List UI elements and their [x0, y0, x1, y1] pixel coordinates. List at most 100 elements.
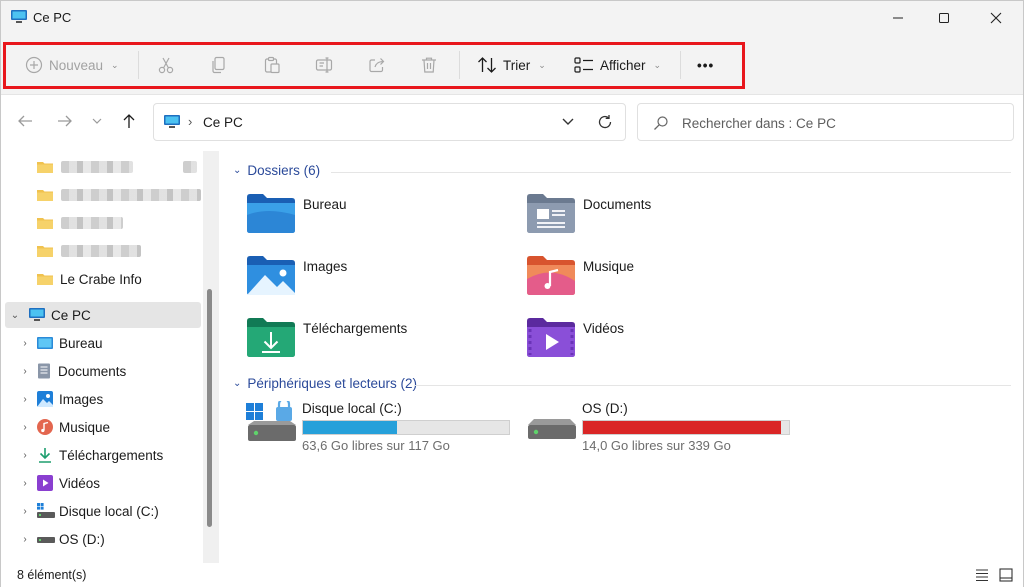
drives-group-title: Périphériques et lecteurs (2) — [247, 376, 417, 391]
minimize-button[interactable] — [875, 1, 921, 35]
folder-tile-documents[interactable]: Documents — [527, 193, 787, 251]
folder-icon — [37, 162, 53, 173]
more-options-button[interactable]: ••• — [697, 51, 714, 79]
folder-icon — [37, 218, 53, 229]
folder-label: Musique — [583, 259, 635, 274]
chevron-down-icon: ⌄ — [233, 378, 242, 389]
videos-folder-icon — [527, 318, 575, 357]
paste-button[interactable] — [263, 51, 281, 79]
drive-tile-c[interactable]: Disque local (C:) 63,6 Go libres sur 117… — [246, 401, 516, 453]
drive-usage-fill — [303, 421, 398, 434]
sidebar-item-documents[interactable]: › Documents — [5, 358, 201, 384]
close-button[interactable] — [973, 1, 1019, 35]
address-bar[interactable]: › Ce PC — [153, 103, 626, 141]
quick-access-item[interactable] — [5, 210, 201, 236]
up-button[interactable] — [117, 109, 141, 133]
sidebar-item-label: Vidéos — [59, 475, 101, 491]
chevron-right-icon[interactable]: › — [19, 506, 31, 517]
quick-access-item[interactable]: Le Crabe Info — [5, 266, 201, 292]
blurred-label — [61, 217, 123, 229]
view-button[interactable]: Afficher ⌄ — [574, 51, 661, 79]
quick-access-item[interactable] — [5, 182, 201, 208]
recent-locations-button[interactable] — [87, 109, 107, 133]
desktop-folder-icon — [247, 194, 295, 233]
sidebar-item-downloads[interactable]: › Téléchargements — [5, 442, 201, 468]
file-explorer-window: Ce PC Nouveau ⌄ Trier ⌄ Afficher ⌄ ••• ›… — [0, 0, 1024, 587]
refresh-icon[interactable] — [597, 114, 613, 130]
chevron-down-icon[interactable] — [561, 116, 575, 128]
maximize-button[interactable] — [921, 1, 967, 35]
cut-button[interactable] — [157, 51, 175, 79]
search-box[interactable] — [637, 103, 1014, 141]
folder-tile-pictures[interactable]: Images — [247, 255, 507, 313]
drive-free-space: 63,6 Go libres sur 117 Go — [302, 438, 450, 453]
sidebar-item-label: Documents — [58, 363, 127, 379]
chevron-down-icon: ⌄ — [111, 59, 119, 70]
delete-button[interactable] — [420, 51, 438, 79]
chevron-right-icon[interactable]: › — [19, 422, 31, 433]
more-icon: ••• — [697, 57, 715, 73]
sort-button-label: Trier — [503, 57, 531, 73]
quick-access-item[interactable] — [5, 238, 201, 264]
sidebar-item-label: Ce PC — [51, 307, 91, 323]
drive-usage-fill — [583, 421, 781, 434]
drive-usage-bar — [302, 420, 510, 435]
tiles-view-icon[interactable] — [999, 568, 1013, 582]
sidebar-item-label: Bureau — [59, 335, 103, 351]
search-input[interactable] — [682, 113, 1002, 133]
sidebar-item-desktop[interactable]: › Bureau — [5, 330, 201, 356]
rename-button[interactable] — [315, 51, 333, 79]
toolbar-separator — [680, 51, 681, 79]
chevron-right-icon[interactable]: › — [19, 450, 31, 461]
drive-tile-d[interactable]: OS (D:) 14,0 Go libres sur 339 Go — [526, 401, 796, 453]
folder-label: Téléchargements — [303, 321, 408, 336]
content-pane: ⌄ Dossiers (6) Bureau Documents Images M… — [219, 151, 1023, 563]
folder-label: Vidéos — [583, 321, 625, 336]
chevron-right-icon[interactable]: › — [19, 478, 31, 489]
sidebar-item-pictures[interactable]: › Images — [5, 386, 201, 412]
sidebar-item-label: Disque local (C:) — [59, 503, 159, 519]
chevron-down-icon — [92, 118, 102, 124]
sidebar-item-local-disk-c[interactable]: › Disque local (C:) — [5, 498, 201, 524]
chevron-right-icon[interactable]: › — [19, 366, 31, 377]
chevron-right-icon[interactable]: › — [19, 338, 31, 349]
drives-group-header[interactable]: ⌄ Périphériques et lecteurs (2) — [233, 376, 417, 391]
videos-icon — [37, 475, 53, 491]
window-title: Ce PC — [33, 10, 72, 25]
status-bar: 8 élément(s) — [1, 563, 1023, 587]
toolbar-separator — [138, 51, 139, 79]
title-bar: Ce PC — [1, 1, 1023, 35]
new-button[interactable]: Nouveau ⌄ — [25, 51, 119, 79]
sidebar-item-videos[interactable]: › Vidéos — [5, 470, 201, 496]
folder-tile-videos[interactable]: Vidéos — [527, 317, 787, 375]
sidebar-scrollbar-thumb[interactable] — [207, 289, 212, 527]
folder-tile-music[interactable]: Musique — [527, 255, 787, 313]
chevron-right-icon[interactable]: › — [19, 534, 31, 545]
chevron-right-icon[interactable]: › — [19, 394, 31, 405]
breadcrumb-this-pc[interactable]: Ce PC — [203, 115, 243, 130]
folder-tile-downloads[interactable]: Téléchargements — [247, 317, 507, 375]
copy-button[interactable] — [210, 51, 228, 79]
folder-tile-desktop[interactable]: Bureau — [247, 193, 507, 251]
sidebar-item-drive-d[interactable]: › OS (D:) — [5, 526, 201, 552]
blurred-label — [61, 245, 141, 257]
documents-folder-icon — [527, 194, 575, 233]
sort-button[interactable]: Trier ⌄ — [477, 51, 546, 79]
minimize-icon — [893, 17, 903, 19]
back-button[interactable] — [13, 109, 37, 133]
chevron-down-icon[interactable]: ⌄ — [9, 310, 21, 321]
share-button[interactable] — [368, 51, 386, 79]
sidebar-item-label: Musique — [59, 419, 111, 435]
new-button-label: Nouveau — [49, 57, 104, 73]
folder-label: Documents — [583, 197, 652, 212]
group-divider — [415, 385, 1011, 386]
blurred-label — [61, 189, 201, 201]
forward-button[interactable] — [53, 109, 77, 133]
details-view-icon[interactable] — [975, 568, 989, 582]
folders-group-header[interactable]: ⌄ Dossiers (6) — [233, 163, 320, 178]
close-icon — [990, 12, 1002, 24]
sidebar-item-music[interactable]: › Musique — [5, 414, 201, 440]
sidebar-item-this-pc[interactable]: ⌄ Ce PC — [5, 302, 201, 328]
pictures-icon — [37, 391, 53, 407]
quick-access-item[interactable] — [5, 154, 201, 180]
